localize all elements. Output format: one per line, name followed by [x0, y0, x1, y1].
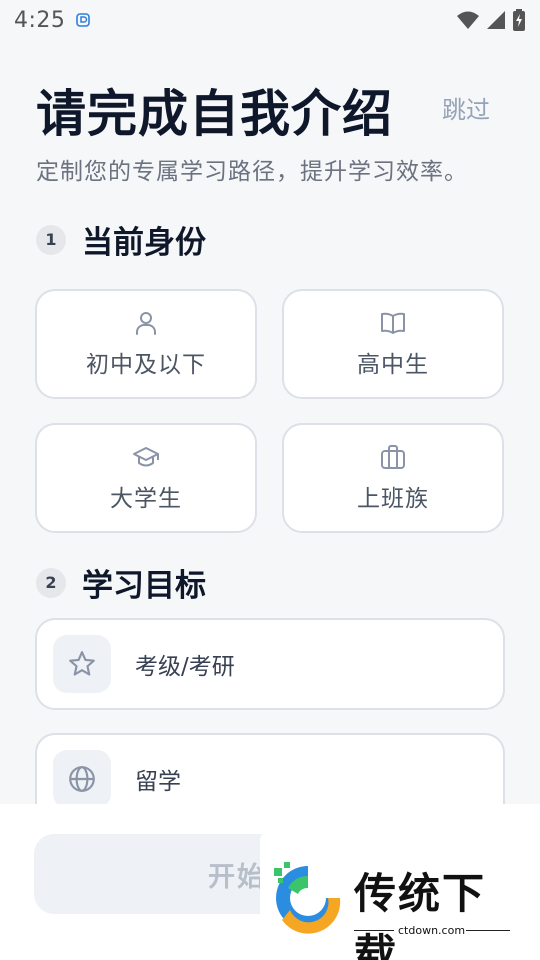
identity-option-college[interactable]: 大学生 — [35, 423, 257, 533]
goal-icon-box — [53, 635, 111, 693]
identity-option-label: 初中及以下 — [86, 352, 206, 378]
globe-icon — [69, 766, 95, 792]
watermark-logo-icon — [274, 862, 341, 934]
section-title: 当前身份 — [82, 225, 206, 261]
star-icon — [69, 651, 95, 676]
goal-option-exam[interactable]: 考级/考研 — [35, 618, 505, 710]
identity-option-junior-high[interactable]: 初中及以下 — [35, 289, 257, 399]
book-icon — [381, 312, 405, 334]
watermark-divider — [354, 930, 394, 931]
identity-option-label: 大学生 — [110, 486, 182, 512]
identity-option-label: 上班族 — [357, 486, 429, 512]
step-badge: 1 — [36, 224, 66, 255]
identity-option-high-school[interactable]: 高中生 — [282, 289, 504, 399]
status-indicators — [456, 9, 526, 31]
wifi-icon — [457, 11, 479, 29]
goal-option-label: 留学 — [135, 769, 181, 795]
graduation-cap-icon — [133, 447, 159, 467]
start-button-label: 开始 — [208, 861, 266, 893]
briefcase-icon — [381, 445, 405, 469]
identity-option-office-worker[interactable]: 上班族 — [282, 423, 504, 533]
section-learning-goal: 2 学习目标 — [36, 560, 206, 605]
skip-button[interactable]: 跳过 — [442, 90, 490, 125]
signal-icon — [487, 11, 505, 29]
section-title: 学习目标 — [82, 568, 206, 604]
watermark-overlay: 传统下载 ctdown.com — [260, 832, 518, 960]
page-subtitle: 定制您的专属学习路径，提升学习效率。 — [36, 159, 468, 185]
watermark-domain: ctdown.com — [398, 924, 466, 937]
app-notification-icon — [76, 13, 91, 27]
user-icon — [136, 312, 156, 335]
identity-option-label: 高中生 — [357, 352, 429, 378]
step-badge: 2 — [36, 567, 66, 598]
battery-icon — [513, 9, 525, 31]
goal-option-label: 考级/考研 — [135, 654, 235, 680]
status-time: 4:25 — [14, 7, 66, 33]
watermark-divider — [466, 930, 510, 931]
goal-icon-box — [53, 750, 111, 808]
status-bar: 4:25 — [0, 0, 540, 40]
page-title: 请完成自我介绍 — [36, 85, 393, 143]
section-current-identity: 1 当前身份 — [36, 217, 206, 262]
watermark-brand: 传统下载 — [354, 869, 487, 960]
